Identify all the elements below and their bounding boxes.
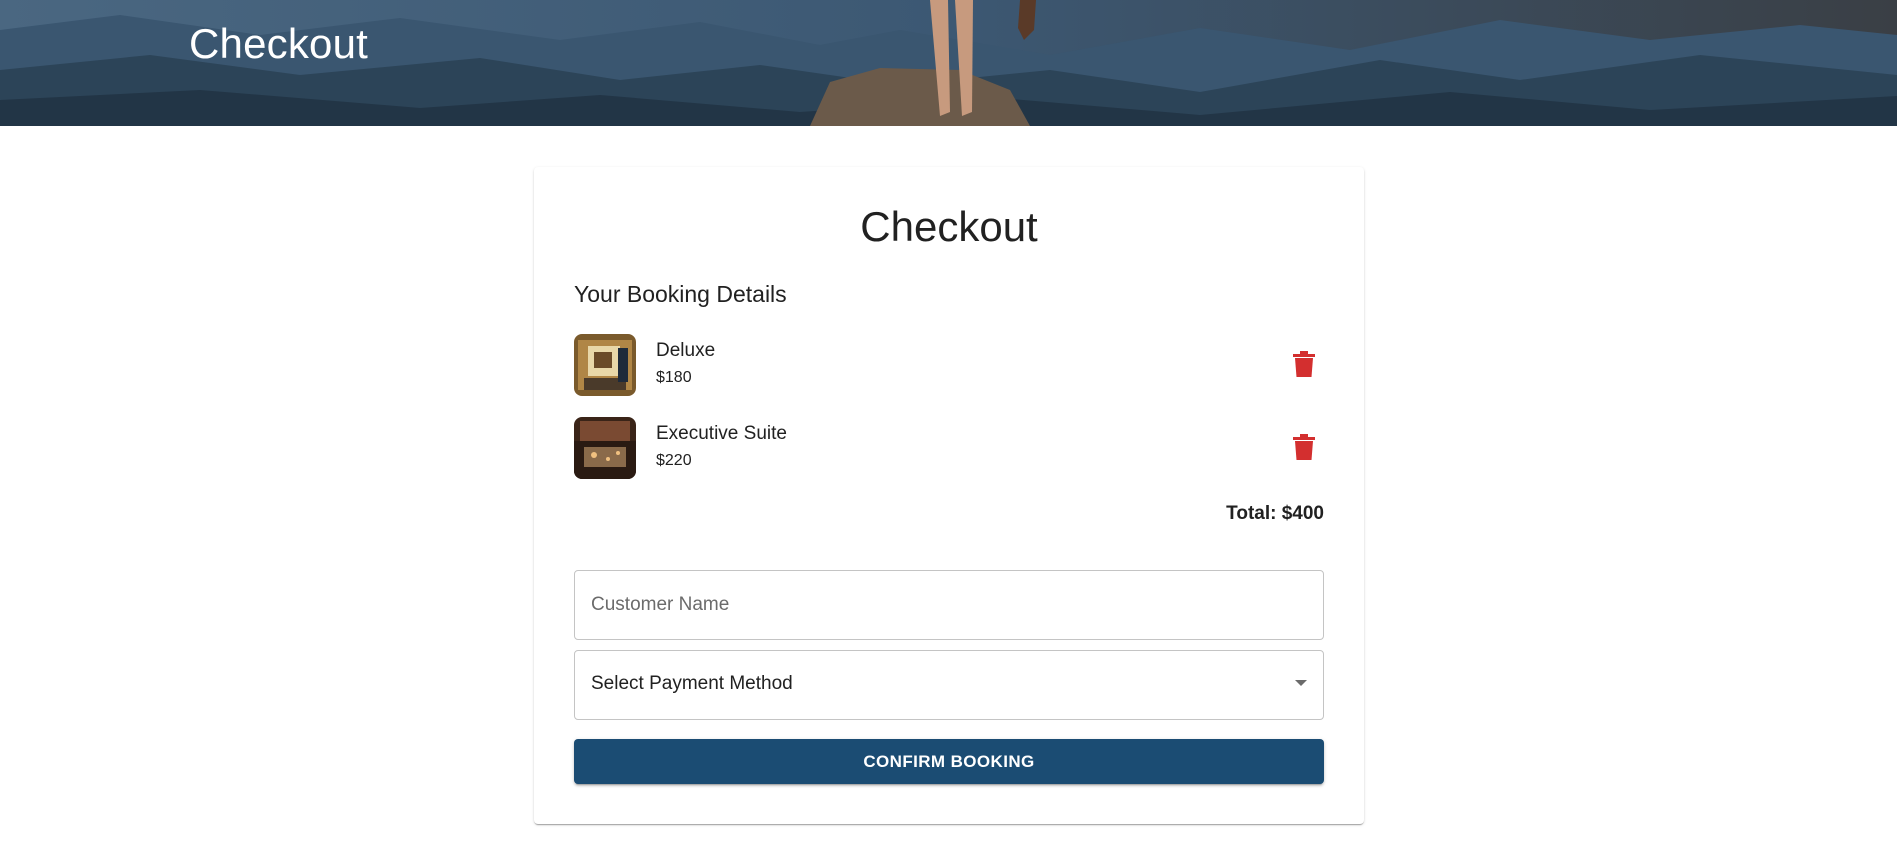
item-name: Deluxe bbox=[656, 340, 716, 361]
checkout-title: Checkout bbox=[860, 203, 1038, 250]
room-thumbnail bbox=[574, 334, 636, 396]
room-thumbnail bbox=[574, 417, 636, 479]
confirm-booking-button[interactable]: CONFIRM BOOKING bbox=[574, 739, 1324, 784]
delete-item-button[interactable] bbox=[1284, 344, 1324, 384]
delete-item-button[interactable] bbox=[1284, 427, 1324, 467]
payment-method-value: Select Payment Method bbox=[591, 673, 793, 694]
dropdown-arrow-icon bbox=[1295, 680, 1307, 686]
booking-total: Total: $400 bbox=[1226, 503, 1324, 524]
checkout-card: Checkout Your Booking Details Deluxe $18… bbox=[534, 167, 1364, 824]
customer-name-input[interactable] bbox=[575, 571, 1323, 639]
payment-method-select[interactable]: Select Payment Method bbox=[574, 650, 1324, 720]
customer-name-field bbox=[574, 570, 1324, 640]
hero-title: Checkout bbox=[189, 20, 369, 67]
item-name: Executive Suite bbox=[656, 423, 787, 444]
hero-banner: Checkout bbox=[0, 0, 1897, 126]
booking-item: Executive Suite $220 bbox=[574, 417, 1324, 481]
trash-icon bbox=[1293, 434, 1315, 460]
booking-details-heading: Your Booking Details bbox=[574, 281, 787, 307]
item-price: $180 bbox=[656, 369, 692, 386]
item-price: $220 bbox=[656, 452, 692, 469]
booking-item: Deluxe $180 bbox=[574, 334, 1324, 398]
trash-icon bbox=[1293, 351, 1315, 377]
